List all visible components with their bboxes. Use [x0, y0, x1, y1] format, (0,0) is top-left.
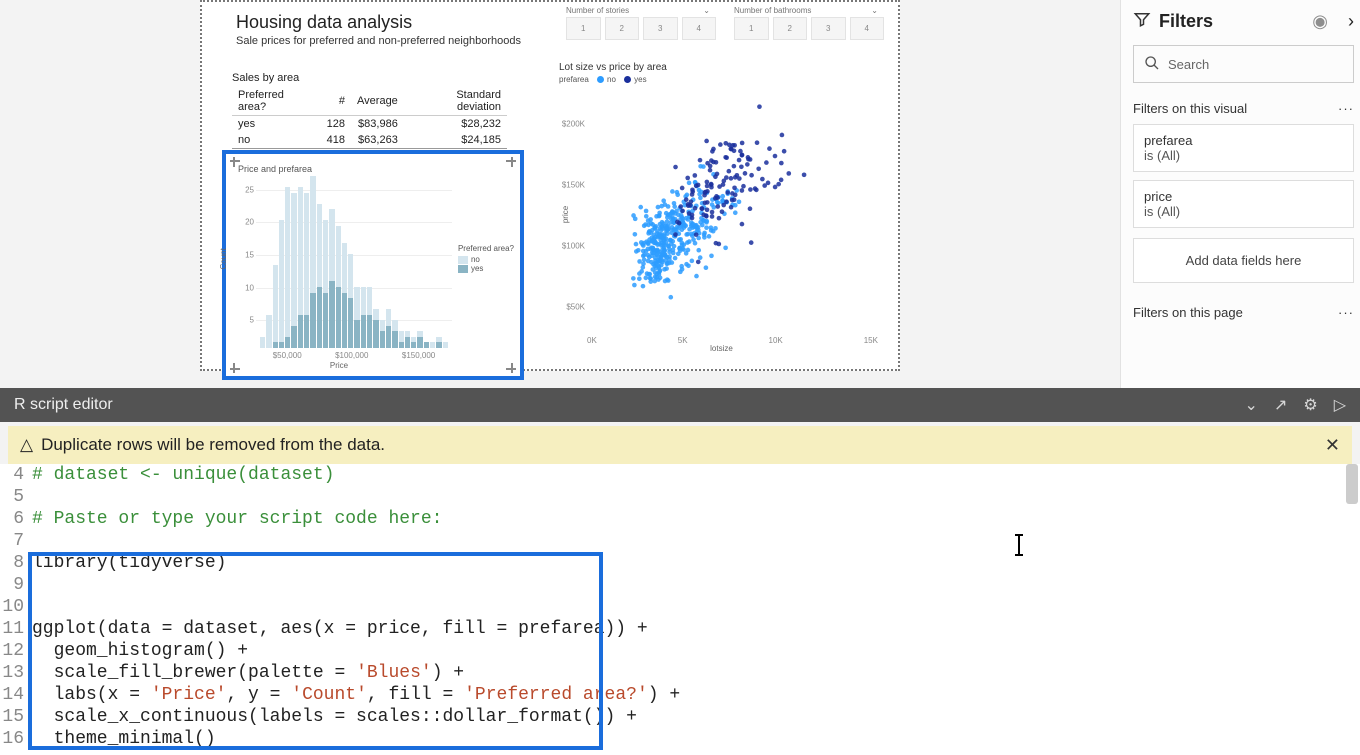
table-row: no 418 $63,263 $24,185 — [232, 132, 507, 149]
report-title: Housing data analysis — [236, 12, 412, 33]
eye-icon[interactable]: ◉ — [1312, 11, 1328, 32]
chevron-down-icon[interactable]: ⌄ — [871, 6, 878, 15]
run-script-icon[interactable]: ▷ — [1334, 395, 1346, 415]
editor-title: R script editor — [14, 396, 113, 414]
slicer-option[interactable]: 3 — [811, 17, 846, 40]
filter-state: is (All) — [1144, 148, 1343, 163]
slicer-option[interactable]: 1 — [566, 17, 601, 40]
popout-icon[interactable]: ↗ — [1274, 395, 1287, 415]
slicer-option[interactable]: 4 — [850, 17, 885, 40]
filters-pane: Filters ◉ › Search Filters on this visua… — [1120, 0, 1360, 388]
search-icon — [1144, 55, 1160, 74]
report-subtitle: Sale prices for preferred and non-prefer… — [236, 35, 521, 47]
line-number-gutter: 45678910111213141516 — [0, 464, 28, 755]
code-editor[interactable]: 45678910111213141516 # dataset <- unique… — [0, 464, 1360, 755]
legend-title: Preferred area? — [458, 244, 514, 253]
filter-icon — [1133, 10, 1151, 33]
histogram-plot — [256, 176, 452, 348]
col-prefarea: Preferred area? — [232, 87, 321, 116]
table-row: yes 128 $83,986 $28,232 — [232, 116, 507, 133]
col-std: Standard deviation — [404, 87, 507, 116]
scatter-visual[interactable]: Lot size vs price by area prefarea no ye… — [559, 62, 884, 357]
histogram-title: Price and prefarea — [238, 164, 312, 174]
col-avg: Average — [351, 87, 404, 116]
histogram-xlabel: Price — [226, 361, 452, 370]
gear-icon[interactable]: ⚙ — [1303, 395, 1317, 415]
more-options-icon[interactable]: ··· — [1338, 101, 1354, 116]
scatter-legend: prefarea no yes — [559, 75, 884, 84]
slicer-stories[interactable]: Number of stories⌄ 1 2 3 4 — [566, 6, 716, 40]
scatter-title: Lot size vs price by area — [559, 62, 884, 73]
filter-search[interactable]: Search — [1133, 45, 1354, 83]
slicers: Number of stories⌄ 1 2 3 4 Number of bat… — [566, 6, 884, 40]
warning-text: Duplicate rows will be removed from the … — [41, 435, 385, 455]
histogram-ylabel: Count — [219, 248, 228, 269]
chevron-down-icon[interactable]: ⌄ — [1245, 395, 1258, 415]
filter-field: price — [1144, 189, 1343, 204]
filter-field: prefarea — [1144, 133, 1343, 148]
filter-card-prefarea[interactable]: prefarea is (All) — [1133, 124, 1354, 172]
filter-card-price[interactable]: price is (All) — [1133, 180, 1354, 228]
scatter-xlabel: lotsize — [559, 344, 884, 353]
col-count: # — [321, 87, 351, 116]
histogram-y-ticks: 25 20 15 10 5 — [238, 176, 254, 348]
scatter-plot: $200K $150K $100K $50K 0K 5K 10K 15K — [587, 88, 878, 331]
chevron-right-icon[interactable]: › — [1348, 11, 1354, 32]
filters-title: Filters — [1159, 11, 1213, 32]
search-placeholder: Search — [1168, 57, 1209, 72]
filters-visual-section: Filters on this visual — [1133, 101, 1247, 116]
report-canvas[interactable]: Housing data analysis Sale prices for pr… — [200, 0, 900, 371]
report-area: Housing data analysis Sale prices for pr… — [0, 0, 1360, 388]
scrollbar[interactable] — [1346, 464, 1358, 504]
histogram-legend: Preferred area? no yes — [458, 244, 514, 273]
add-data-fields-dropzone[interactable]: Add data fields here — [1133, 238, 1354, 283]
warning-bar: △ Duplicate rows will be removed from th… — [8, 426, 1352, 464]
slicer-bathrooms[interactable]: Number of bathrooms⌄ 1 2 3 4 — [734, 6, 884, 40]
warning-icon: △ — [20, 435, 33, 455]
text-cursor — [1018, 534, 1020, 556]
close-icon[interactable]: ✕ — [1325, 435, 1340, 456]
filter-state: is (All) — [1144, 204, 1343, 219]
slicer-option[interactable]: 2 — [773, 17, 808, 40]
slicer-option[interactable]: 4 — [682, 17, 717, 40]
filters-page-section: Filters on this page — [1133, 305, 1243, 320]
slicer-option[interactable]: 3 — [643, 17, 678, 40]
table-caption: Sales by area — [232, 72, 507, 84]
r-script-editor-header: R script editor ⌄ ↗ ⚙ ▷ — [0, 388, 1360, 422]
code-lines[interactable]: # dataset <- unique(dataset) # Paste or … — [32, 464, 1344, 755]
histogram-x-ticks: $50,000 $100,000 $150,000 — [256, 351, 452, 360]
slicer-option[interactable]: 2 — [605, 17, 640, 40]
slicer-option[interactable]: 1 — [734, 17, 769, 40]
chevron-down-icon[interactable]: ⌄ — [703, 6, 710, 15]
histogram-visual[interactable]: Price and prefarea Count 25 20 15 10 5 $… — [222, 150, 524, 380]
more-options-icon[interactable]: ··· — [1338, 305, 1354, 320]
